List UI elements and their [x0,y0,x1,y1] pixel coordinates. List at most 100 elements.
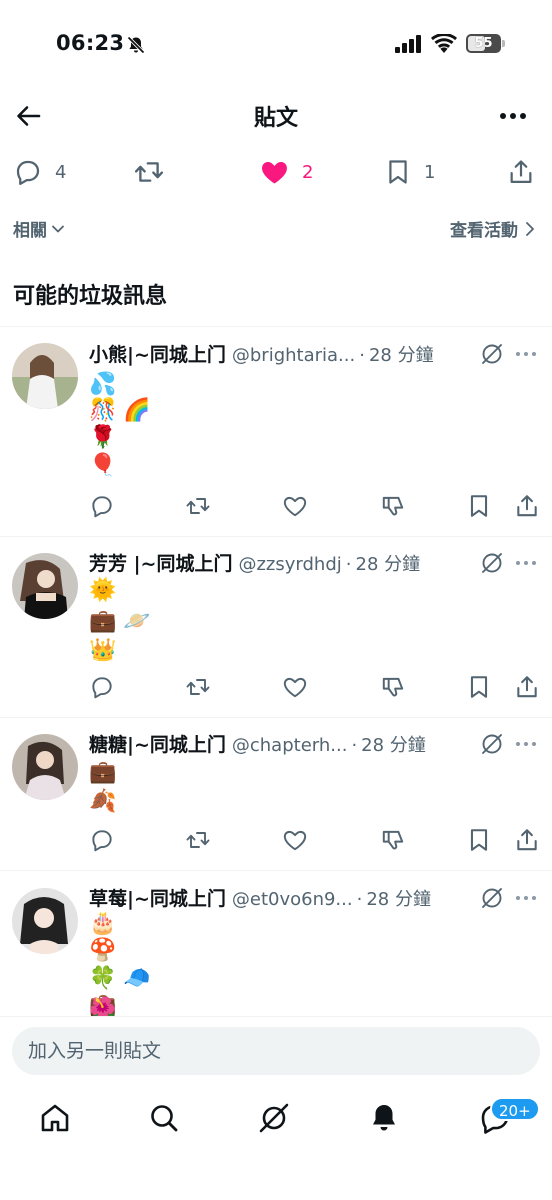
bookmark-stat[interactable]: 1 [384,150,435,194]
composer-divider [0,1016,552,1017]
bookmark-icon[interactable] [466,674,492,700]
status-time: 06:23 [56,31,125,55]
related-filter-dropdown[interactable]: 相關 [13,216,65,241]
share-icon[interactable] [514,827,540,853]
chevron-right-icon [526,221,534,236]
bookmark-icon[interactable] [466,827,492,853]
related-filter-label: 相關 [13,221,47,241]
reply-icon [16,160,40,185]
share-button[interactable] [507,150,535,194]
author-name[interactable]: 小熊|~同城上门 [89,340,226,367]
repost-icon [134,162,164,182]
reply-icon[interactable] [89,493,115,519]
separator-dot: · [356,889,363,910]
wifi-icon [431,34,457,53]
reply-icon[interactable] [89,674,115,700]
grok-icon[interactable] [256,1100,292,1136]
more-icon[interactable] [514,559,538,567]
reply-count: 4 [55,161,67,183]
spam-section-heading: 可能的垃圾訊息 [13,284,168,309]
reply-stat[interactable]: 4 [13,150,66,194]
heart-icon[interactable] [282,493,308,519]
repost-icon[interactable] [185,827,211,853]
bell-off-icon [127,36,145,54]
author-handle[interactable]: @et0vo6n9... [232,889,353,910]
divider [0,717,552,718]
home-icon[interactable] [37,1100,73,1136]
post-header: 芳芳 |~同城上门 @zzsyrdhdj · 28 分鐘 [89,549,479,577]
avatar[interactable] [12,888,78,954]
view-activity-link[interactable]: 查看活動 [450,216,536,241]
status-bar: 06:23 55 [0,0,552,90]
more-icon[interactable] [514,350,538,358]
post-time: 28 分鐘 [368,345,434,366]
divider [0,870,552,871]
heart-icon[interactable] [282,674,308,700]
like-count: 2 [302,161,314,183]
grok-icon[interactable] [480,886,504,910]
notifications-bell-icon[interactable] [366,1100,402,1136]
post-header: 糖糖|~同城上门 @chapterh... · 28 分鐘 [89,730,479,758]
share-icon [510,160,532,184]
battery-level: 55 [474,36,493,51]
separator-dot: · [351,735,358,756]
author-name[interactable]: 糖糖|~同城上门 [89,730,226,757]
heart-icon[interactable] [282,827,308,853]
avatar[interactable] [12,343,78,409]
heart-filled-icon [262,162,287,184]
post-text-line: 🍂 [89,789,117,814]
more-options-icon[interactable] [497,105,531,127]
author-handle[interactable]: @chapterh... [232,735,348,756]
post-actions [0,827,552,857]
reply-composer[interactable] [12,1027,540,1075]
like-stat[interactable]: 2 [259,150,313,194]
repost-icon[interactable] [185,493,211,519]
share-icon[interactable] [514,493,540,519]
chevron-down-icon [52,225,64,232]
author-handle[interactable]: @brightaria... [232,345,355,366]
divider [0,326,552,327]
grok-icon[interactable] [480,342,504,366]
battery-icon: 55 [466,34,501,53]
page-title: 貼文 [253,106,298,131]
share-icon[interactable] [514,674,540,700]
battery-tip [502,40,505,47]
post-text-line: 🍀 🧢 [89,966,151,991]
post-text-line: 🎂 [89,911,117,936]
separator-dot: · [359,345,365,366]
downvote-icon[interactable] [380,827,406,853]
post-text-line: 🌞 [89,578,117,603]
reply-input[interactable] [28,1027,524,1075]
bookmark-icon [389,160,407,184]
downvote-icon[interactable] [380,493,406,519]
cellular-signal-icon [395,35,421,53]
post-time: 28 分鐘 [366,889,431,910]
post-text-line: 💼 [89,760,117,785]
repost-stat[interactable] [133,150,165,194]
bookmark-count: 1 [424,161,436,183]
engagement-bar: 4 2 1 [0,150,552,194]
post-text-line: 👑 [89,638,117,663]
repost-icon[interactable] [185,674,211,700]
author-handle[interactable]: @zzsyrdhdj [238,554,341,575]
more-icon[interactable] [514,740,538,748]
post-text-line: 🎈 [89,453,117,478]
downvote-icon[interactable] [380,674,406,700]
avatar[interactable] [12,734,78,800]
view-activity-label: 查看活動 [450,221,518,241]
post-text-line: 💼 🪐 [89,609,151,634]
divider [0,536,552,537]
post-text-line: 🌹 [89,425,117,450]
messages-badge: 20+ [490,1097,540,1121]
search-icon[interactable] [146,1100,182,1136]
avatar[interactable] [12,553,78,619]
grok-icon[interactable] [480,732,504,756]
post-actions [0,493,552,523]
grok-icon[interactable] [480,551,504,575]
bookmark-icon[interactable] [466,493,492,519]
author-name[interactable]: 芳芳 |~同城上门 [89,549,232,576]
post-text-line: 🎊 🌈 [89,398,151,423]
author-name[interactable]: 草莓|~同城上门 [89,884,226,911]
reply-icon[interactable] [89,827,115,853]
more-icon[interactable] [514,894,538,902]
